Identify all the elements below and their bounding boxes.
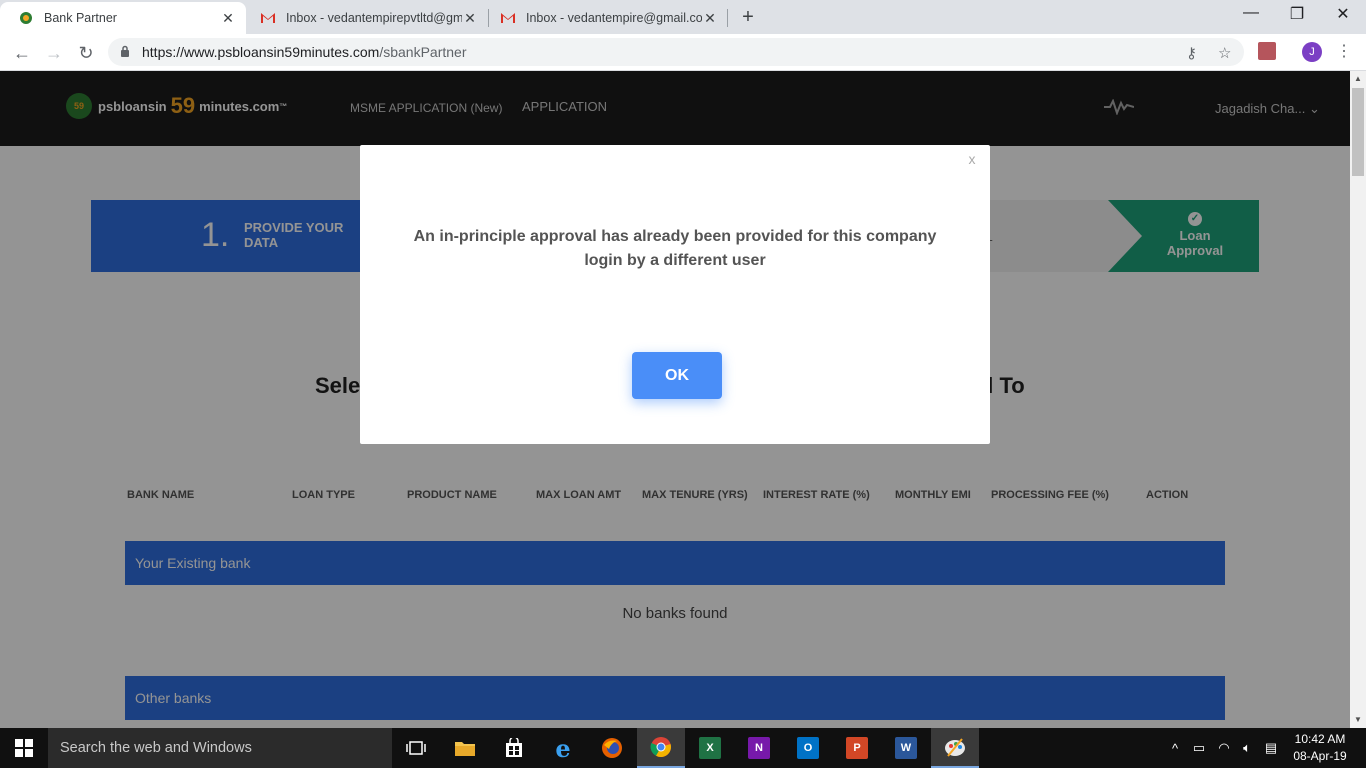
onenote-icon[interactable]: N [735, 728, 783, 768]
scroll-thumb[interactable] [1352, 88, 1364, 176]
modal-message: An in-principle approval has already bee… [413, 228, 937, 269]
gmail-icon [500, 10, 516, 26]
paint-icon[interactable] [931, 728, 979, 768]
key-icon[interactable]: ⚷ [1186, 44, 1197, 62]
taskbar-search-box[interactable]: Search the web and Windows [48, 728, 392, 768]
ok-button[interactable]: OK [632, 352, 722, 399]
url-path: /sbankPartner [379, 44, 467, 60]
wifi-icon[interactable]: ◠ [1212, 728, 1236, 768]
chrome-icon[interactable] [637, 728, 685, 768]
tab-bank-partner[interactable]: Bank Partner ✕ [0, 2, 246, 34]
tab-separator [727, 9, 728, 27]
back-arrow-icon[interactable]: ← [10, 41, 34, 65]
action-center-icon[interactable]: ▤ [1259, 728, 1283, 768]
firefox-icon[interactable] [588, 728, 636, 768]
pdf-extension-icon[interactable] [1258, 42, 1276, 60]
volume-icon[interactable]: 🔈︎ [1235, 728, 1259, 768]
show-hidden-icons-chevron-icon[interactable]: ^ [1163, 728, 1187, 768]
store-icon[interactable] [490, 728, 538, 768]
site-favicon-icon [18, 10, 34, 26]
tab-close-icon[interactable]: ✕ [220, 10, 236, 27]
file-explorer-icon[interactable] [441, 728, 489, 768]
chrome-menu-icon[interactable]: ⋮ [1336, 41, 1352, 61]
system-clock[interactable]: 10:42 AM 08-Apr-19 [1290, 731, 1350, 765]
new-tab-plus-icon[interactable]: + [738, 6, 758, 29]
tab-inbox-2[interactable]: Inbox - vedantempire@gmail.co ✕ [482, 2, 728, 34]
window-close-icon[interactable]: ✕ [1320, 4, 1366, 24]
lock-icon [120, 45, 130, 63]
alert-modal: x An in-principle approval has already b… [360, 145, 990, 444]
clock-date: 08-Apr-19 [1293, 749, 1347, 763]
tab-close-icon[interactable]: ✕ [702, 10, 718, 27]
outlook-icon[interactable]: O [784, 728, 832, 768]
url-text: https://www.psbloansin59minutes.com/sban… [142, 44, 467, 60]
scroll-up-arrow-icon[interactable]: ▲ [1350, 71, 1366, 87]
modal-close-icon[interactable]: x [965, 151, 979, 167]
tab-title: Inbox - vedantempirepvtltd@gm [286, 11, 462, 25]
url-host: https://www.psbloansin59minutes.com [142, 44, 380, 60]
clock-time: 10:42 AM [1294, 732, 1346, 746]
profile-avatar[interactable]: J [1302, 42, 1322, 62]
windows-start-icon[interactable] [0, 728, 48, 768]
page-scrollbar[interactable]: ▲ ▼ [1350, 71, 1366, 728]
word-icon[interactable]: W [882, 728, 930, 768]
reload-icon[interactable]: ↻ [74, 41, 98, 65]
minimize-icon[interactable]: — [1228, 4, 1274, 22]
tab-close-icon[interactable]: ✕ [462, 10, 478, 27]
power-icon[interactable]: ▭ [1187, 728, 1211, 768]
bookmark-star-icon[interactable]: ☆ [1218, 44, 1231, 62]
restore-icon[interactable]: ❐ [1274, 4, 1320, 24]
search-placeholder: Search the web and Windows [60, 740, 252, 756]
tab-title: Inbox - vedantempire@gmail.co [526, 11, 702, 25]
browser-tab-strip: Bank Partner ✕ Inbox - vedantempirepvtlt… [0, 0, 1366, 34]
scroll-down-arrow-icon[interactable]: ▼ [1350, 712, 1366, 728]
address-bar[interactable]: https://www.psbloansin59minutes.com/sban… [108, 38, 1244, 66]
tab-title: Bank Partner [44, 11, 117, 25]
browser-toolbar: ← → ↻ https://www.psbloansin59minutes.co… [0, 34, 1366, 71]
tab-inbox-1[interactable]: Inbox - vedantempirepvtltd@gm ✕ [242, 2, 488, 34]
windows-taskbar: Search the web and Windows e X N O P W ^… [0, 728, 1366, 768]
internet-explorer-icon[interactable]: e [539, 728, 587, 768]
powerpoint-icon[interactable]: P [833, 728, 881, 768]
excel-icon[interactable]: X [686, 728, 734, 768]
task-view-icon[interactable] [392, 728, 440, 768]
gmail-icon [260, 10, 276, 26]
forward-arrow-icon[interactable]: → [42, 41, 66, 65]
